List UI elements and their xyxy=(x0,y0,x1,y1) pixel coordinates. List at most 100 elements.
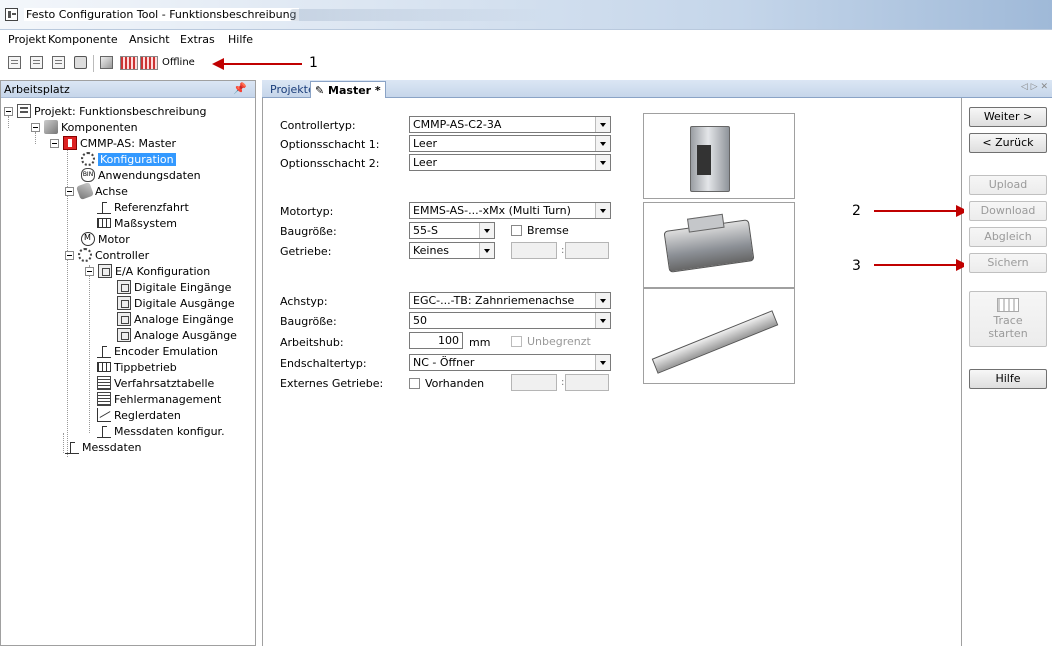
chevron-down-icon xyxy=(595,155,610,170)
tree-item-fehlermanagement[interactable]: Fehlermanagement xyxy=(97,391,221,407)
upload-button[interactable]: Upload xyxy=(969,175,1047,195)
io-icon xyxy=(117,328,131,342)
chevron-down-icon xyxy=(595,293,610,308)
tab-master-label: Master * xyxy=(328,84,381,97)
weiter-button[interactable]: Weiter > xyxy=(969,107,1047,127)
save-project-icon[interactable] xyxy=(52,56,65,69)
workspace-header: Arbeitsplatz 📌 xyxy=(1,81,255,98)
motor-image xyxy=(643,202,795,288)
tree-item-encoder-emulation[interactable]: Encoder Emulation xyxy=(97,343,218,359)
tree-item-tippbetrieb[interactable]: Tippbetrieb xyxy=(97,359,177,375)
controllertyp-label: Controllertyp: xyxy=(280,119,356,132)
zurueck-button[interactable]: < Zurück xyxy=(969,133,1047,153)
collapse-icon[interactable] xyxy=(4,106,13,116)
tree-item-ea-konfiguration[interactable]: E/A Konfiguration xyxy=(85,263,210,279)
tree-item-referenzfahrt[interactable]: Referenzfahrt xyxy=(97,199,189,215)
tree-item-analoge-eingaenge[interactable]: Analoge Eingänge xyxy=(117,311,234,327)
encoder-icon xyxy=(97,344,111,358)
controller-picture xyxy=(690,126,730,192)
achstyp-select[interactable]: EGC-...-TB: Zahnriemenachse xyxy=(409,292,611,309)
motor-baugroesse-select[interactable]: 55-S xyxy=(409,222,495,239)
connect-online-icon[interactable] xyxy=(120,56,138,70)
controller-icon xyxy=(78,248,92,262)
open-project-icon[interactable] xyxy=(30,56,43,69)
getriebe-label: Getriebe: xyxy=(280,245,332,258)
hilfe-button[interactable]: Hilfe xyxy=(969,369,1047,389)
tree-item-digitale-ausgaenge[interactable]: Digitale Ausgänge xyxy=(117,295,235,311)
getriebe-ratio-input[interactable] xyxy=(511,242,557,259)
menu-hilfe[interactable]: Hilfe xyxy=(228,33,253,46)
tree-item-reglerdaten[interactable]: Reglerdaten xyxy=(97,407,181,423)
tree-item-messdaten-konfigur[interactable]: Messdaten konfigur. xyxy=(97,423,225,439)
menu-projekt[interactable]: Projekt xyxy=(8,33,46,46)
annotation-marker-1: 1 xyxy=(309,55,318,71)
app-icon xyxy=(5,8,18,21)
pin-icon[interactable]: 📌 xyxy=(233,82,247,95)
trace-starten-button[interactable]: Trace starten xyxy=(969,291,1047,347)
trace-icon xyxy=(997,298,1019,312)
tree-item-anwendungsdaten[interactable]: BIN Anwendungsdaten xyxy=(81,167,201,183)
collapse-icon[interactable] xyxy=(65,250,74,260)
collapse-icon[interactable] xyxy=(31,122,40,132)
menu-komponente[interactable]: Komponente xyxy=(48,33,118,46)
annotation-arrow-3 xyxy=(874,264,958,266)
connection-status: Offline xyxy=(162,57,195,68)
tab-master[interactable]: ✎ Master * xyxy=(310,81,386,98)
tree-item-projekt[interactable]: Projekt: Funktionsbeschreibung xyxy=(4,103,207,119)
print-icon[interactable] xyxy=(74,56,87,69)
getriebe-ratio-denominator-input[interactable] xyxy=(565,242,609,259)
tree-item-konfiguration[interactable]: Konfiguration xyxy=(81,151,176,167)
collapse-icon[interactable] xyxy=(85,266,94,276)
controllertyp-select[interactable]: CMMP-AS-C2-3A xyxy=(409,116,611,133)
download-button[interactable]: Download xyxy=(969,201,1047,221)
tree-item-controller[interactable]: Controller xyxy=(65,247,149,263)
tree-item-motor[interactable]: Motor xyxy=(81,231,130,247)
title-bar-glow xyxy=(290,9,550,21)
achs-baugroesse-select[interactable]: 50 xyxy=(409,312,611,329)
menu-extras[interactable]: Extras xyxy=(180,33,215,46)
new-project-icon[interactable] xyxy=(8,56,21,69)
collapse-icon[interactable] xyxy=(65,186,74,196)
vorhanden-checkbox[interactable] xyxy=(409,378,420,389)
optionsschacht1-select[interactable]: Leer xyxy=(409,135,611,152)
io-config-icon xyxy=(98,264,112,278)
sichern-button[interactable]: Sichern xyxy=(969,253,1047,273)
tree-item-achse[interactable]: Achse xyxy=(65,182,128,200)
abgleich-button[interactable]: Abgleich xyxy=(969,227,1047,247)
arbeitshub-input[interactable]: 100 xyxy=(409,332,463,349)
tree-item-messdaten[interactable]: Messdaten xyxy=(65,439,142,455)
menu-bar: Projekt Komponente Ansicht Extras Hilfe xyxy=(0,30,1052,50)
collapse-icon[interactable] xyxy=(50,138,59,148)
ext-getriebe-ratio-input[interactable] xyxy=(511,374,557,391)
application-data-icon: BIN xyxy=(81,168,95,182)
tree-item-masssystem[interactable]: Maßsystem xyxy=(97,215,177,231)
annotation-arrow-2 xyxy=(874,210,958,212)
vorhanden-label: Vorhanden xyxy=(425,377,485,390)
controller-data-icon xyxy=(97,408,111,422)
error-management-icon xyxy=(97,392,111,406)
menu-ansicht[interactable]: Ansicht xyxy=(129,33,170,46)
disconnect-offline-icon[interactable] xyxy=(140,56,158,70)
optionsschacht2-select[interactable]: Leer xyxy=(409,154,611,171)
getriebe-select[interactable]: Keines xyxy=(409,242,495,259)
component-icon[interactable] xyxy=(100,56,113,69)
tree-item-digitale-eingaenge[interactable]: Digitale Eingänge xyxy=(117,279,231,295)
motortyp-label: Motortyp: xyxy=(280,205,334,218)
tree-item-analoge-ausgaenge[interactable]: Analoge Ausgänge xyxy=(117,327,237,343)
tree-item-cmmp-as-master[interactable]: CMMP-AS: Master xyxy=(50,135,176,151)
unbegrenzt-checkbox[interactable] xyxy=(511,336,522,347)
tree-item-verfahrsatztabelle[interactable]: Verfahrsatztabelle xyxy=(97,375,214,391)
motortyp-select[interactable]: EMMS-AS-...-xMx (Multi Turn) xyxy=(409,202,611,219)
ext-getriebe-ratio-denominator-input[interactable] xyxy=(565,374,609,391)
document-tabs: Projekte ✎ Master * ◁ ▷ ✕ xyxy=(262,80,1052,98)
chevron-down-icon xyxy=(595,313,610,328)
bremse-checkbox[interactable] xyxy=(511,225,522,236)
arbeitshub-unit: mm xyxy=(469,336,491,349)
record-table-icon xyxy=(97,376,111,390)
measurement-icon xyxy=(65,440,79,454)
tab-scroll-arrows[interactable]: ◁ ▷ ✕ xyxy=(1021,82,1048,92)
workspace-panel: Arbeitsplatz 📌 Projekt: Funktionsbeschre… xyxy=(0,80,256,646)
endschaltertyp-select[interactable]: NC - Öffner xyxy=(409,354,611,371)
window-title: Festo Configuration Tool - Funktionsbesc… xyxy=(24,8,299,21)
tree-item-komponenten[interactable]: Komponenten xyxy=(31,119,138,135)
